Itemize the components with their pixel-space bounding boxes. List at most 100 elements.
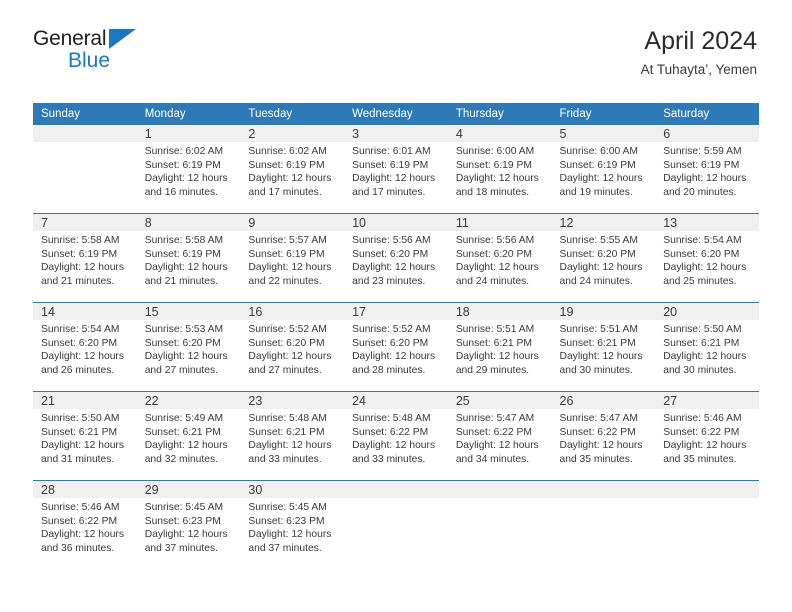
calendar-day-cell[interactable]: 6 Sunrise: 5:59 AM Sunset: 6:19 PM Daylight…	[655, 125, 759, 214]
sunrise-text: Sunrise: 5:51 AM	[455, 324, 535, 335]
calendar-day-cell[interactable]: 14 Sunrise: 5:54 AM Sunset: 6:20 PM Dayligh…	[33, 303, 137, 392]
day-details: Sunrise: 5:53 AM Sunset: 6:20 PM Daylight:…	[137, 320, 241, 377]
sunset-text: Sunset: 6:21 PM	[41, 426, 118, 438]
daylight-text-line2: and 35 minutes.	[559, 453, 633, 465]
day-number-band: 5	[551, 125, 656, 142]
day-cell-inner: 17 Sunrise: 5:52 AM Sunset: 6:20 PM Dayligh…	[344, 303, 448, 391]
calendar-day-cell[interactable]: 12 Sunrise: 5:55 AM Sunset: 6:20 PM Dayligh…	[551, 214, 656, 303]
daylight-text-line1: Daylight: 12 hours	[455, 351, 539, 363]
day-number: 17	[352, 305, 367, 319]
day-details: Sunrise: 5:58 AM Sunset: 6:19 PM Daylight:…	[137, 231, 241, 288]
calendar-day-cell[interactable]: 26 Sunrise: 5:47 AM Sunset: 6:22 PM Dayligh…	[551, 392, 656, 481]
sunset-text: Sunset: 6:20 PM	[144, 337, 221, 349]
calendar-day-cell[interactable]: 19 Sunrise: 5:51 AM Sunset: 6:21 PM Dayligh…	[551, 303, 656, 392]
daylight-text-line1: Daylight: 12 hours	[41, 351, 124, 363]
calendar-day-cell[interactable]: 21 Sunrise: 5:50 AM Sunset: 6:21 PM Dayligh…	[33, 392, 137, 481]
calendar-day-cell[interactable]: 10 Sunrise: 5:56 AM Sunset: 6:20 PM Dayligh…	[344, 214, 448, 303]
calendar-day-cell[interactable]: 4 Sunrise: 6:00 AM Sunset: 6:19 PM Daylight…	[447, 125, 552, 214]
calendar-day-cell[interactable]: 9 Sunrise: 5:57 AM Sunset: 6:19 PM Daylight…	[240, 214, 345, 303]
daylight-text-line1: Daylight: 12 hours	[144, 262, 228, 274]
calendar-day-cell[interactable]: 25 Sunrise: 5:47 AM Sunset: 6:22 PM Dayligh…	[447, 392, 552, 481]
logo-word-blue: Blue	[68, 49, 111, 72]
day-details: Sunrise: 5:45 AM Sunset: 6:23 PM Daylight:…	[137, 498, 241, 555]
day-details: Sunrise: 5:45 AM Sunset: 6:23 PM Daylight:…	[240, 498, 344, 555]
calendar-day-cell[interactable]: 5 Sunrise: 6:00 AM Sunset: 6:19 PM Daylight…	[551, 125, 656, 214]
sunrise-text: Sunrise: 5:54 AM	[41, 324, 120, 335]
calendar-day-cell[interactable]: 15 Sunrise: 5:53 AM Sunset: 6:20 PM Dayligh…	[136, 303, 241, 392]
calendar-day-cell[interactable]: 7 Sunrise: 5:58 AM Sunset: 6:19 PM Daylight…	[33, 214, 137, 303]
day-details: Sunrise: 6:02 AM Sunset: 6:19 PM Daylight:…	[137, 142, 241, 199]
day-details: Sunrise: 5:51 AM Sunset: 6:21 PM Daylight:…	[448, 320, 552, 377]
day-details: Sunrise: 6:02 AM Sunset: 6:19 PM Daylight:…	[240, 142, 344, 199]
calendar-day-cell[interactable]: 13 Sunrise: 5:54 AM Sunset: 6:20 PM Dayligh…	[655, 214, 759, 303]
day-number: 20	[663, 305, 678, 319]
page-title: April 2024	[644, 27, 757, 55]
sunset-text: Sunset: 6:21 PM	[144, 426, 221, 438]
daylight-text-line1: Daylight: 12 hours	[559, 351, 643, 363]
calendar-day-cell[interactable]: 24 Sunrise: 5:48 AM Sunset: 6:22 PM Dayligh…	[344, 392, 448, 481]
day-number: 15	[144, 305, 159, 319]
calendar-week-row: 7 Sunrise: 5:58 AM Sunset: 6:19 PM Daylight…	[33, 214, 759, 303]
day-number-band: 14	[33, 303, 137, 320]
calendar-head: Sunday Monday Tuesday Wednesday Thursday…	[33, 103, 759, 125]
daylight-text-line1: Daylight: 12 hours	[144, 351, 228, 363]
day-number: 26	[559, 394, 574, 408]
daylight-text-line2: and 21 minutes.	[41, 275, 115, 287]
day-number-band: 23	[240, 392, 345, 409]
sunrise-text: Sunrise: 5:53 AM	[144, 324, 224, 335]
daylight-text-line2: and 35 minutes.	[663, 453, 737, 465]
day-details: Sunrise: 6:00 AM Sunset: 6:19 PM Daylight:…	[448, 142, 552, 199]
calendar-day-cell[interactable]: 29 Sunrise: 5:45 AM Sunset: 6:23 PM Dayligh…	[136, 481, 241, 569]
day-number: 30	[248, 483, 263, 497]
day-details: Sunrise: 5:54 AM Sunset: 6:20 PM Daylight:…	[33, 320, 137, 377]
sunrise-text: Sunrise: 5:49 AM	[144, 413, 224, 424]
day-cell-inner: 24 Sunrise: 5:48 AM Sunset: 6:22 PM Dayligh…	[344, 392, 448, 480]
calendar-day-cell[interactable]: 20 Sunrise: 5:50 AM Sunset: 6:21 PM Dayligh…	[655, 303, 759, 392]
day-number: 4	[455, 127, 463, 141]
column-header-saturday: Saturday	[655, 103, 759, 125]
day-number: 22	[144, 394, 159, 408]
calendar-day-cell[interactable]: 27 Sunrise: 5:46 AM Sunset: 6:22 PM Dayligh…	[655, 392, 759, 481]
calendar-day-cell[interactable]: 2 Sunrise: 6:02 AM Sunset: 6:19 PM Daylight…	[240, 125, 345, 214]
day-cell-inner: 25 Sunrise: 5:47 AM Sunset: 6:22 PM Dayligh…	[447, 392, 552, 480]
day-number-band: 17	[344, 303, 448, 320]
day-cell-inner: 21 Sunrise: 5:50 AM Sunset: 6:21 PM Dayligh…	[33, 392, 137, 480]
daylight-text-line2: and 33 minutes.	[352, 453, 426, 465]
calendar-day-cell[interactable]: 8 Sunrise: 5:58 AM Sunset: 6:19 PM Daylight…	[136, 214, 241, 303]
calendar-day-cell[interactable]: 16 Sunrise: 5:52 AM Sunset: 6:20 PM Dayligh…	[240, 303, 345, 392]
day-number: 7	[41, 216, 48, 230]
day-number-band: 19	[551, 303, 656, 320]
sunrise-text: Sunrise: 5:58 AM	[144, 235, 224, 246]
sunrise-text: Sunrise: 5:50 AM	[41, 413, 120, 424]
daylight-text-line2: and 17 minutes.	[248, 186, 322, 198]
day-number-band	[447, 481, 552, 498]
sunrise-text: Sunrise: 5:50 AM	[663, 324, 742, 335]
day-number-band: 26	[551, 392, 656, 409]
sunset-text: Sunset: 6:19 PM	[41, 248, 118, 260]
sunset-text: Sunset: 6:23 PM	[144, 515, 221, 527]
day-cell-inner: 1 Sunrise: 6:02 AM Sunset: 6:19 PM Daylight…	[136, 125, 241, 213]
calendar-day-cell[interactable]: 30 Sunrise: 5:45 AM Sunset: 6:23 PM Dayligh…	[240, 481, 345, 569]
daylight-text-line2: and 28 minutes.	[352, 364, 426, 376]
calendar-day-cell[interactable]: 18 Sunrise: 5:51 AM Sunset: 6:21 PM Dayligh…	[447, 303, 552, 392]
calendar-day-cell[interactable]: 17 Sunrise: 5:52 AM Sunset: 6:20 PM Dayligh…	[344, 303, 448, 392]
sunset-text: Sunset: 6:20 PM	[663, 248, 740, 260]
sunrise-sunset-calendar: Sunday Monday Tuesday Wednesday Thursday…	[33, 103, 759, 569]
calendar-body: 1 Sunrise: 6:02 AM Sunset: 6:19 PM Daylight…	[33, 125, 759, 569]
calendar-day-cell[interactable]: 23 Sunrise: 5:48 AM Sunset: 6:21 PM Dayligh…	[240, 392, 345, 481]
calendar-day-cell[interactable]: 22 Sunrise: 5:49 AM Sunset: 6:21 PM Dayligh…	[136, 392, 241, 481]
calendar-day-cell[interactable]: 11 Sunrise: 5:56 AM Sunset: 6:20 PM Dayligh…	[447, 214, 552, 303]
day-number-band: 12	[551, 214, 656, 231]
day-number-band: 16	[240, 303, 345, 320]
calendar-day-cell[interactable]: 28 Sunrise: 5:46 AM Sunset: 6:22 PM Dayligh…	[33, 481, 137, 569]
day-details	[552, 498, 656, 501]
day-number: 10	[352, 216, 367, 230]
day-number: 8	[144, 216, 152, 230]
general-blue-logo[interactable]: General Blue	[33, 28, 143, 74]
day-cell-inner: 28 Sunrise: 5:46 AM Sunset: 6:22 PM Dayligh…	[33, 481, 137, 569]
day-cell-inner: 13 Sunrise: 5:54 AM Sunset: 6:20 PM Dayligh…	[655, 214, 759, 302]
day-number-band: 4	[447, 125, 552, 142]
daylight-text-line2: and 30 minutes.	[663, 364, 737, 376]
calendar-day-cell[interactable]: 3 Sunrise: 6:01 AM Sunset: 6:19 PM Daylight…	[344, 125, 448, 214]
calendar-day-cell[interactable]: 1 Sunrise: 6:02 AM Sunset: 6:19 PM Daylight…	[136, 125, 241, 214]
